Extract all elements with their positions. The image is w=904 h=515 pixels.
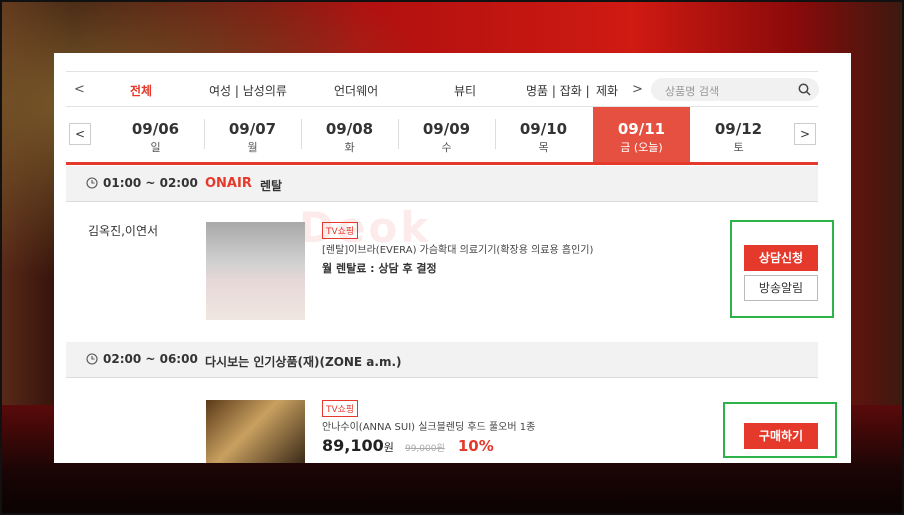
product-image[interactable] (206, 222, 305, 320)
clock-icon (86, 177, 98, 189)
tv-shopping-badge: TV쇼핑 (322, 400, 359, 417)
date-tab-0908[interactable]: 09/08 화 (301, 107, 398, 162)
date-label: 09/09 (422, 120, 471, 138)
discount-rate: 10% (457, 437, 494, 455)
weekday-label: 화 (344, 141, 355, 154)
category-underwear[interactable]: 언더웨어 (334, 82, 378, 99)
weekday-label: 토 (733, 141, 744, 154)
consult-button[interactable]: 상담신청 (744, 245, 818, 271)
date-tab-0910[interactable]: 09/10 목 (495, 107, 592, 162)
date-tab-0909[interactable]: 09/09 수 (398, 107, 495, 162)
search-input[interactable]: 상품명 검색 (665, 83, 719, 99)
date-prev-button[interactable]: < (69, 123, 91, 145)
date-label: 09/08 (325, 120, 374, 138)
schedule-panel: < 전체 여성 | 남성의류 언더웨어 뷰티 명품 | 잡화 | 제화 > 상품… (54, 53, 851, 463)
price-unit: 원 (383, 441, 394, 454)
category-prev-arrow[interactable]: < (74, 82, 85, 97)
weekday-label: 일 (150, 141, 161, 154)
product-name[interactable]: [렌탈]이브라(EVERA) 가슴확대 의료기기(확장용 의료용 흡인기) (322, 241, 593, 256)
program-tag: 다시보는 인기상품(재)(ZONE a.m.) (205, 355, 402, 369)
time-slot-header: 01:00 ~ 02:00 ONAIR 렌탈 (66, 166, 818, 202)
category-next-arrow[interactable]: > (632, 82, 643, 97)
date-label: 09/07 (228, 120, 277, 138)
category-shoes[interactable]: 제화 (596, 82, 618, 99)
date-tab-0907[interactable]: 09/07 월 (204, 107, 301, 162)
date-label: 09/11 (617, 120, 666, 138)
onair-label: ONAIR (205, 176, 252, 191)
weekday-label: 금 (오늘) (620, 141, 663, 154)
date-tab-0911-today[interactable]: 09/11 금 (오늘) (593, 107, 690, 162)
date-label: 09/12 (714, 120, 763, 138)
weekday-label: 목 (538, 141, 549, 154)
original-price: 99,000원 (404, 444, 445, 454)
sale-price: 89,100 (322, 436, 384, 455)
category-luxury[interactable]: 명품 | 잡화 | (526, 82, 590, 99)
category-all[interactable]: 전체 (130, 82, 152, 99)
product-name[interactable]: 안나수이(ANNA SUI) 실크블렌딩 후드 풀오버 1종 (322, 418, 535, 433)
date-tab-0912[interactable]: 09/12 토 (690, 107, 787, 162)
weekday-label: 월 (247, 141, 258, 154)
price-block: 89,100원 99,000원 10% (322, 436, 494, 455)
date-tab-0906[interactable]: 09/06 일 (107, 107, 204, 162)
tv-shopping-badge: TV쇼핑 (322, 222, 359, 239)
rental-price: 월 렌탈료 : 상담 후 결정 (322, 262, 437, 275)
time-range: 01:00 ~ 02:00 (103, 176, 198, 190)
date-next-button[interactable]: > (794, 123, 816, 145)
search-box[interactable]: 상품명 검색 (651, 78, 819, 101)
broadcast-alert-button[interactable]: 방송알림 (744, 275, 818, 301)
clock-icon (86, 353, 98, 365)
search-icon[interactable] (798, 83, 811, 96)
time-range: 02:00 ~ 06:00 (103, 352, 198, 366)
program-tag: 렌탈 (260, 179, 283, 193)
date-label: 09/06 (131, 120, 180, 138)
buy-button[interactable]: 구매하기 (744, 423, 818, 449)
date-label: 09/10 (519, 120, 568, 138)
weekday-label: 수 (441, 141, 452, 154)
time-slot-header: 02:00 ~ 06:00 다시보는 인기상품(재)(ZONE a.m.) (66, 342, 818, 378)
category-beauty[interactable]: 뷰티 (454, 82, 476, 99)
product-image[interactable] (206, 400, 305, 463)
category-clothing[interactable]: 여성 | 남성의류 (209, 82, 287, 99)
date-tabs: < 09/06 일 09/07 월 09/08 화 09/09 수 09/10 … (66, 107, 818, 165)
host-names: 김옥진,이연서 (88, 224, 159, 238)
date-underline (66, 162, 818, 165)
